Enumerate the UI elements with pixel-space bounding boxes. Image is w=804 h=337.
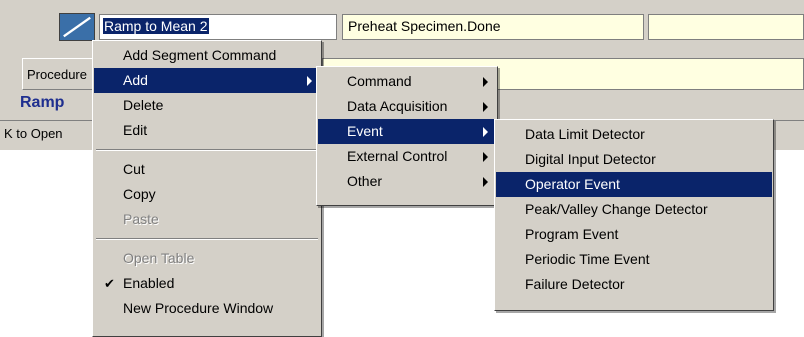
submenu-arrow-icon (483, 77, 488, 87)
event-item-peak-valley-change-detector[interactable]: Peak/Valley Change Detector (496, 197, 772, 222)
menu-item-label: Periodic Time Event (525, 251, 650, 267)
segment-name-field[interactable]: Ramp to Mean 2 (99, 14, 337, 40)
segment-name-text: Ramp to Mean 2 (103, 18, 209, 34)
menu-item-label: Enabled (123, 275, 175, 291)
menu-item-label: Command (347, 73, 412, 89)
menu-item-label: Add Segment Command (123, 47, 277, 63)
menu-item-label: Delete (123, 97, 164, 113)
menu-item-label: Program Event (525, 226, 619, 242)
add-submenu: Command Data Acquisition Event External … (316, 66, 498, 206)
menu-item-label: Data Acquisition (347, 98, 448, 114)
menu-item-delete[interactable]: Delete (94, 93, 320, 118)
menu-item-cut[interactable]: Cut (94, 157, 320, 182)
menu-item-enabled[interactable]: ✔ Enabled (94, 271, 320, 296)
menu-item-copy[interactable]: Copy (94, 182, 320, 207)
segment-start-field[interactable]: Preheat Specimen.Done (342, 14, 644, 40)
context-menu: Add Segment Command Add Delete Edit Cut … (92, 40, 322, 337)
submenu-item-command[interactable]: Command (318, 69, 496, 94)
checkmark-icon: ✔ (104, 276, 115, 291)
event-item-digital-input-detector[interactable]: Digital Input Detector (496, 147, 772, 172)
menu-item-label: Digital Input Detector (525, 151, 656, 167)
segment-extra-field[interactable] (648, 14, 804, 40)
submenu-arrow-icon (483, 177, 488, 187)
menu-separator (96, 238, 318, 240)
menu-item-add-segment-command[interactable]: Add Segment Command (94, 43, 320, 68)
menu-item-paste: Paste (94, 207, 320, 232)
submenu-arrow-icon (483, 152, 488, 162)
menu-item-label: Copy (123, 186, 156, 202)
menu-item-label: Data Limit Detector (525, 126, 645, 142)
submenu-arrow-icon (483, 127, 488, 137)
menu-item-label: Failure Detector (525, 276, 625, 292)
menu-item-new-procedure-window[interactable]: New Procedure Window (94, 296, 320, 321)
ramp-heading: Ramp (20, 94, 65, 111)
submenu-arrow-icon (307, 76, 312, 86)
menu-item-label: Event (347, 123, 383, 139)
event-submenu: Data Limit Detector Digital Input Detect… (494, 119, 774, 311)
submenu-item-data-acquisition[interactable]: Data Acquisition (318, 94, 496, 119)
menu-item-label: External Control (347, 148, 448, 164)
menu-item-label: Add (123, 72, 148, 88)
menu-item-label: Peak/Valley Change Detector (525, 201, 708, 217)
submenu-item-other[interactable]: Other (318, 169, 496, 194)
submenu-arrow-icon (483, 102, 488, 112)
menu-item-label: New Procedure Window (123, 300, 274, 316)
procedure-label: Procedure (22, 58, 96, 90)
menu-item-add[interactable]: Add (94, 68, 320, 93)
menu-item-label: Operator Event (525, 176, 620, 192)
event-item-program-event[interactable]: Program Event (496, 222, 772, 247)
event-item-operator-event[interactable]: Operator Event (496, 172, 772, 197)
ramp-icon[interactable] (59, 13, 95, 41)
menu-item-label: Paste (123, 211, 159, 227)
event-item-periodic-time-event[interactable]: Periodic Time Event (496, 247, 772, 272)
menu-item-label: Cut (123, 161, 145, 177)
event-item-data-limit-detector[interactable]: Data Limit Detector (496, 122, 772, 147)
submenu-item-external-control[interactable]: External Control (318, 144, 496, 169)
menu-item-label: Other (347, 173, 383, 189)
submenu-item-event[interactable]: Event (318, 119, 496, 144)
menu-item-label: Edit (123, 122, 148, 138)
menu-item-edit[interactable]: Edit (94, 118, 320, 143)
menu-item-label: Open Table (123, 250, 195, 266)
menu-separator (96, 149, 318, 151)
event-item-failure-detector[interactable]: Failure Detector (496, 272, 772, 297)
menu-item-open-table: Open Table (94, 246, 320, 271)
